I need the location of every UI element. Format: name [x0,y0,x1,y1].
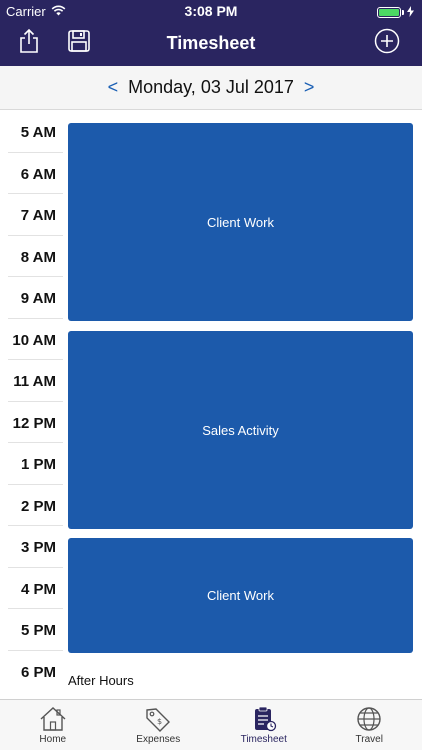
event-block[interactable]: Client Work [68,538,413,653]
tab-travel[interactable]: Travel [317,700,422,750]
hour-label: 10 AM [12,331,56,349]
tab-label: Travel [355,734,383,745]
hour-label: 1 PM [20,456,56,473]
timesheet-clipboard-icon [250,706,278,732]
hour-label: 6 PM [20,663,56,681]
charging-icon [407,5,414,20]
next-day-button[interactable]: > [294,77,325,98]
battery-indicator [377,5,414,20]
battery-icon [377,7,401,18]
nav-bar: Timesheet [0,22,422,66]
tab-home[interactable]: Home [0,700,106,750]
hour-label: 11 AM [13,373,56,390]
tab-label: Expenses [136,734,181,745]
add-icon [374,28,400,59]
expenses-tag-icon: $ [144,706,172,732]
hour-label: 12 PM [12,414,56,432]
day-schedule[interactable]: 5 AM 6 AM 7 AM 8 AM 9 AM 10 AM 11 AM 12 … [0,111,422,699]
tab-expenses[interactable]: $ Expenses [106,700,212,750]
event-label: Client Work [207,214,274,230]
tab-label: Timesheet [240,734,287,745]
tab-label: Home [39,734,67,745]
hour-label: 4 PM [20,580,56,598]
current-date: Monday, 03 Jul 2017 [128,77,294,97]
hour-label: 9 AM [20,290,56,307]
tab-timesheet[interactable]: Timesheet [211,700,317,750]
home-icon [39,706,67,732]
hour-label: 5 PM [20,622,56,639]
status-time: 3:08 PM [184,3,238,19]
hour-label: 7 AM [20,207,56,224]
hour-label: 3 PM [20,539,56,556]
event-label: Client Work [207,588,274,603]
previous-day-button[interactable]: < [98,77,129,98]
globe-icon [355,706,383,732]
add-entry-button[interactable] [372,28,402,58]
status-bar: Carrier 3:08 PM [0,0,422,22]
event-block[interactable]: Client Work [68,123,413,321]
hour-label: 5 AM [20,124,56,141]
hour-row: 6 PM [0,651,422,693]
event-block[interactable]: Sales Activity [68,331,413,529]
svg-text:$: $ [157,717,162,726]
hour-label: 2 PM [20,497,56,515]
page-title: Timesheet [166,33,256,53]
date-navigator: < Monday, 03 Jul 2017 > [0,66,422,110]
event-label: Sales Activity [202,422,279,438]
hour-label: 6 AM [20,165,56,183]
header: Carrier 3:08 PM Timesheet [0,0,422,66]
tab-bar: Home $ Expenses Timesheet Travel [0,699,422,750]
after-hours-label: After Hours [68,673,134,688]
hour-label: 8 AM [20,248,56,266]
